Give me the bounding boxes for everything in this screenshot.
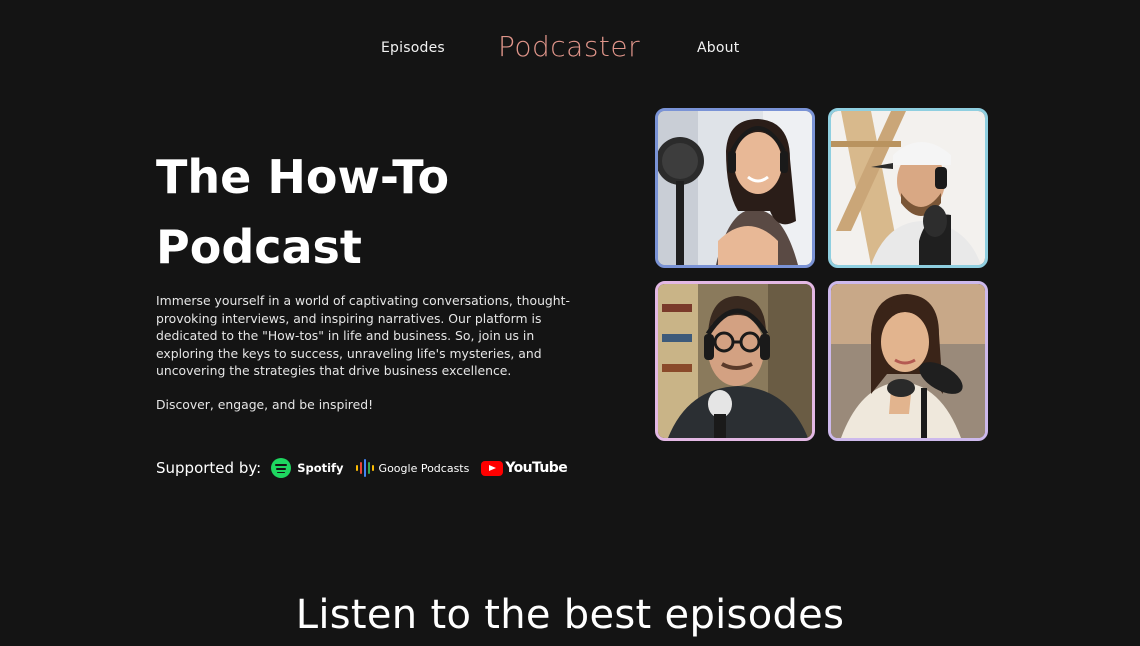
supported-by-row: Supported by: Spotify Google Podcasts Yo… [156, 456, 579, 480]
youtube-icon [481, 460, 504, 476]
brand-logo[interactable]: Podcaster [498, 30, 640, 63]
hero-title-line2: Podcast [156, 220, 362, 274]
spotify-icon [271, 458, 292, 478]
host-photo-woman-headphones [828, 281, 988, 441]
top-nav: Episodes Podcaster About [0, 30, 1140, 66]
youtube-label: YouTube [505, 460, 568, 476]
nav-episodes-link[interactable]: Episodes [381, 40, 445, 56]
hero-description: Immerse yourself in a world of captivati… [156, 293, 570, 378]
host-photo-woman-microphone [655, 108, 815, 268]
hero-title: The How-To Podcast [156, 142, 576, 282]
spotify-logo[interactable]: Spotify [271, 458, 344, 478]
nav-about-link[interactable]: About [697, 40, 739, 56]
episodes-section-title: Listen to the best episodes [295, 592, 845, 638]
host-photo-man-cap [828, 108, 988, 268]
google-podcasts-icon [355, 459, 374, 477]
google-podcasts-logo[interactable]: Google Podcasts [355, 459, 470, 477]
spotify-label: Spotify [297, 461, 344, 475]
youtube-logo[interactable]: YouTube [481, 460, 568, 476]
google-podcasts-label: Google Podcasts [378, 461, 470, 475]
supported-by-label: Supported by: [156, 459, 262, 477]
hero-title-line1: The How-To [156, 150, 450, 204]
hero-tagline: Discover, engage, and be inspired! [156, 397, 374, 412]
host-photo-man-glasses [655, 281, 815, 441]
